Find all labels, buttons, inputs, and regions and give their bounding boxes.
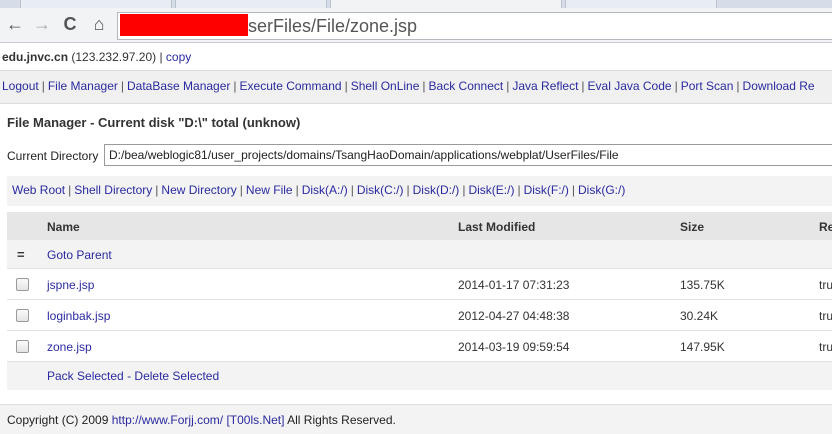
link-new-directory[interactable]: New Directory	[161, 183, 236, 197]
action-separator: -	[127, 369, 132, 383]
menu-eval-java-code[interactable]: Eval Java Code	[588, 79, 672, 93]
link-separator: |	[68, 183, 72, 197]
menu-download-remote[interactable]: Download Re	[743, 79, 815, 93]
bulk-actions: Pack Selected - Delete Selected	[47, 369, 219, 383]
main-menu: Logout | File Manager | DataBase Manager | Exe…	[0, 70, 832, 104]
link-disk-d[interactable]: Disk(D:/)	[413, 183, 460, 197]
file-r: tru	[819, 278, 832, 292]
link-disk-g[interactable]: Disk(G:/)	[578, 183, 625, 197]
link-separator: |	[239, 183, 243, 197]
pack-selected-link[interactable]: Pack Selected	[47, 369, 124, 383]
bulk-actions-row: Pack Selected - Delete Selected	[7, 362, 832, 390]
menu-separator: |	[422, 79, 426, 93]
address-url: serFiles/File/zone.jsp	[248, 16, 418, 36]
file-r: tru	[819, 340, 832, 354]
link-separator: |	[155, 183, 159, 197]
header-r: Re	[819, 220, 832, 234]
parent-directory-icon: =	[17, 247, 25, 262]
footer-rights: All Rights Reserved.	[287, 413, 396, 427]
home-icon[interactable]: ⌂	[87, 12, 111, 36]
file-table-header: Name Last Modified Size Re	[7, 212, 832, 240]
file-r: tru	[819, 309, 832, 323]
menu-separator: |	[581, 79, 585, 93]
delete-selected-link[interactable]: Delete Selected	[134, 369, 219, 383]
file-last-modified: 2014-01-17 07:31:23	[458, 278, 570, 292]
copy-link[interactable]: copy	[166, 50, 191, 64]
link-web-root[interactable]: Web Root	[12, 183, 65, 197]
link-separator: |	[571, 183, 576, 197]
footer-copyright: Copyright (C) 2009	[7, 413, 109, 427]
table-row: loginbak.jsp 2012-04-27 04:48:38 30.24K …	[7, 300, 832, 331]
link-shell-directory[interactable]: Shell Directory	[74, 183, 152, 197]
browser-toolbar: ← → C ⌂ serFiles/File/zone.jsp	[0, 8, 832, 43]
back-icon[interactable]: ←	[3, 12, 27, 36]
goto-parent-row: = Goto Parent	[7, 240, 832, 269]
file-name-link[interactable]: loginbak.jsp	[47, 309, 110, 323]
redaction-block	[120, 14, 248, 36]
row-checkbox[interactable]	[16, 340, 29, 353]
menu-separator: |	[233, 79, 237, 93]
browser-tab[interactable]	[175, 0, 327, 8]
link-separator: |	[295, 183, 299, 197]
menu-port-scan[interactable]: Port Scan	[681, 79, 734, 93]
menu-separator: |	[120, 79, 124, 93]
link-separator: |	[517, 183, 521, 197]
file-last-modified: 2012-04-27 04:48:38	[458, 309, 570, 323]
forward-icon[interactable]: →	[30, 12, 54, 36]
browser-tab[interactable]	[20, 0, 172, 8]
header-last-modified: Last Modified	[458, 220, 536, 234]
menu-logout[interactable]: Logout	[2, 79, 39, 93]
file-last-modified: 2014-03-19 09:59:54	[458, 340, 570, 354]
menu-java-reflect[interactable]: Java Reflect	[512, 79, 578, 93]
goto-parent-link[interactable]: Goto Parent	[47, 248, 112, 262]
file-name-link[interactable]: zone.jsp	[47, 340, 92, 354]
header-name: Name	[47, 220, 80, 234]
current-directory-label: Current Directory	[7, 149, 99, 163]
file-size: 135.75K	[680, 278, 725, 292]
row-checkbox[interactable]	[16, 278, 29, 291]
host-separator: |	[159, 50, 163, 64]
link-new-file[interactable]: New File	[246, 183, 293, 197]
menu-separator: |	[506, 79, 510, 93]
host-ip: (123.232.97.20)	[71, 50, 157, 64]
link-separator: |	[350, 183, 354, 197]
menu-back-connect[interactable]: Back Connect	[429, 79, 504, 93]
file-name-link[interactable]: jspne.jsp	[47, 278, 94, 292]
header-size: Size	[680, 220, 705, 234]
link-separator: |	[406, 183, 410, 197]
page-title: File Manager - Current disk "D:\" total …	[7, 115, 301, 130]
link-disk-f[interactable]: Disk(F:/)	[524, 183, 569, 197]
browser-tab[interactable]	[330, 0, 562, 8]
link-disk-e[interactable]: Disk(E:/)	[468, 183, 514, 197]
link-separator: |	[462, 183, 466, 197]
directory-shortcuts: Web Root | Shell Directory | New Directory | N…	[7, 176, 832, 206]
link-disk-c[interactable]: Disk(C:/)	[357, 183, 404, 197]
current-directory-input[interactable]	[104, 144, 832, 166]
menu-separator: |	[41, 79, 45, 93]
host-name: edu.jnvc.cn	[2, 50, 69, 64]
footer: Copyright (C) 2009 http://www.Forjj.com/…	[0, 404, 832, 434]
tab-strip	[0, 0, 832, 8]
menu-file-manager[interactable]: File Manager	[48, 79, 118, 93]
menu-separator: |	[344, 79, 348, 93]
menu-separator: |	[674, 79, 678, 93]
reload-icon[interactable]: C	[58, 12, 82, 36]
table-row: zone.jsp 2014-03-19 09:59:54 147.95K tru	[7, 331, 832, 362]
footer-link-t00ls[interactable]: [T00ls.Net]	[226, 413, 284, 427]
browser-tab[interactable]	[565, 0, 717, 8]
host-line: edu.jnvc.cn (123.232.97.20) | copy	[2, 50, 191, 64]
menu-shell-online[interactable]: Shell OnLine	[351, 79, 420, 93]
menu-execute-command[interactable]: Execute Command	[240, 79, 342, 93]
menu-database-manager[interactable]: DataBase Manager	[127, 79, 230, 93]
address-bar[interactable]: serFiles/File/zone.jsp	[117, 12, 832, 40]
file-size: 147.95K	[680, 340, 725, 354]
row-checkbox[interactable]	[16, 309, 29, 322]
link-disk-a[interactable]: Disk(A:/)	[302, 183, 348, 197]
table-row: jspne.jsp 2014-01-17 07:31:23 135.75K tr…	[7, 269, 832, 300]
file-size: 30.24K	[680, 309, 719, 323]
footer-link-forjj[interactable]: http://www.Forjj.com/	[112, 413, 223, 427]
menu-separator: |	[736, 79, 740, 93]
